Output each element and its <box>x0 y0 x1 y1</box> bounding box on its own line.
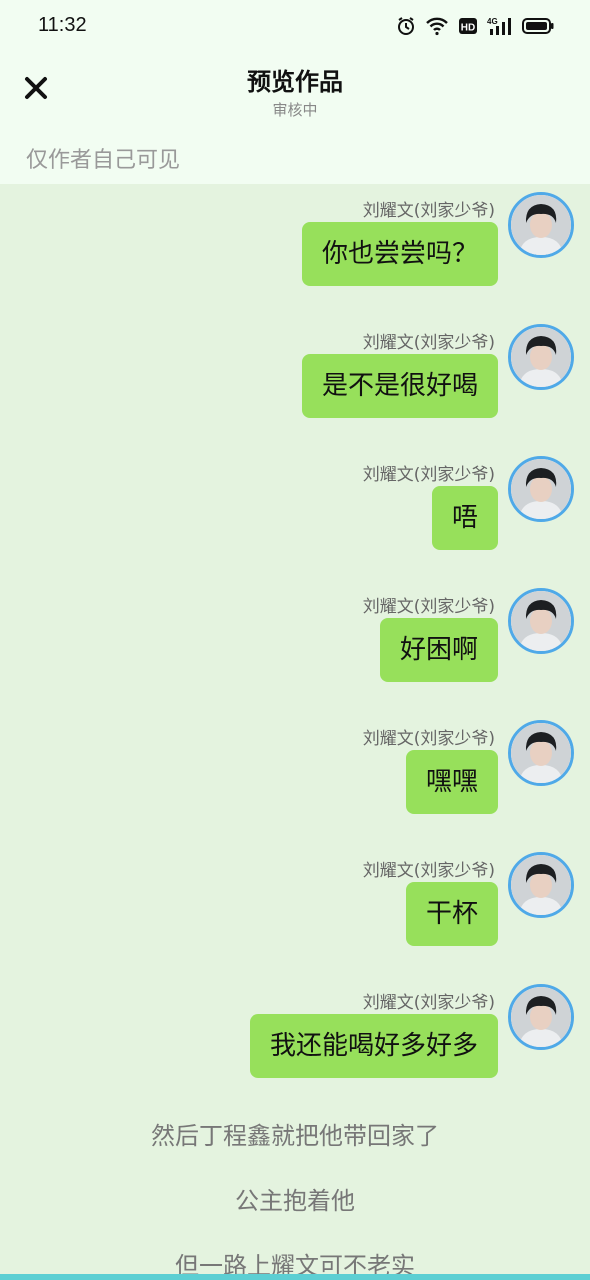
sender-name: 刘耀文(刘家少爷) <box>362 729 495 749</box>
chat-message: 刘耀文(刘家少爷) 好困啊 <box>0 582 590 702</box>
message-bubble[interactable]: 我还能喝好多好多 <box>249 1014 498 1078</box>
chat-message: 刘耀文(刘家少爷) 唔 <box>0 450 590 570</box>
chat-message: 刘耀文(刘家少爷) 是不是很好喝 <box>0 318 590 438</box>
chat-message: 刘耀文(刘家少爷) 你也尝尝吗？ <box>0 186 590 306</box>
chat-message: 刘耀文(刘家少爷) 干杯 <box>0 846 590 966</box>
avatar[interactable] <box>508 192 574 258</box>
status-time: 11:32 <box>38 14 87 36</box>
wifi-icon <box>425 16 449 36</box>
visibility-note: 仅作者自己可见 <box>26 148 181 173</box>
status-bar: 11:32 HD 4G <box>0 0 590 52</box>
bottom-progress-strip <box>0 1274 590 1280</box>
header: 预览作品 审核中 仅作者自己可见 <box>0 52 590 184</box>
avatar[interactable] <box>508 984 574 1050</box>
chat-message: 刘耀文(刘家少爷) 我还能喝好多好多 <box>0 978 590 1098</box>
message-bubble[interactable]: 你也尝尝吗？ <box>301 222 498 286</box>
sender-name: 刘耀文(刘家少爷) <box>362 597 495 617</box>
message-bubble[interactable]: 好困啊 <box>379 618 498 682</box>
avatar[interactable] <box>508 324 574 390</box>
page-title: 预览作品 <box>247 68 343 96</box>
signal-4g-icon: 4G <box>487 16 513 36</box>
alarm-icon <box>396 16 416 36</box>
chat-message: 刘耀文(刘家少爷) 嘿嘿 <box>0 714 590 834</box>
message-bubble[interactable]: 干杯 <box>405 882 498 946</box>
status-icons: HD 4G <box>396 14 554 38</box>
sender-name: 刘耀文(刘家少爷) <box>362 201 495 221</box>
avatar[interactable] <box>508 852 574 918</box>
hd-icon: HD <box>458 16 478 36</box>
review-status: 审核中 <box>272 101 318 119</box>
message-bubble[interactable]: 唔 <box>431 486 498 550</box>
avatar[interactable] <box>508 456 574 522</box>
network-label: 4G <box>487 17 498 26</box>
sender-name: 刘耀文(刘家少爷) <box>362 993 495 1013</box>
narration-text: 公主抱着他 <box>235 1187 355 1215</box>
sender-name: 刘耀文(刘家少爷) <box>362 465 495 485</box>
sender-name: 刘耀文(刘家少爷) <box>362 333 495 353</box>
message-bubble[interactable]: 是不是很好喝 <box>301 354 498 418</box>
narration-text: 然后丁程鑫就把他带回家了 <box>151 1122 439 1150</box>
hd-label: HD <box>461 23 475 34</box>
sender-name: 刘耀文(刘家少爷) <box>362 861 495 881</box>
message-bubble[interactable]: 嘿嘿 <box>405 750 498 814</box>
avatar[interactable] <box>508 720 574 786</box>
avatar[interactable] <box>508 588 574 654</box>
battery-icon <box>522 17 554 35</box>
